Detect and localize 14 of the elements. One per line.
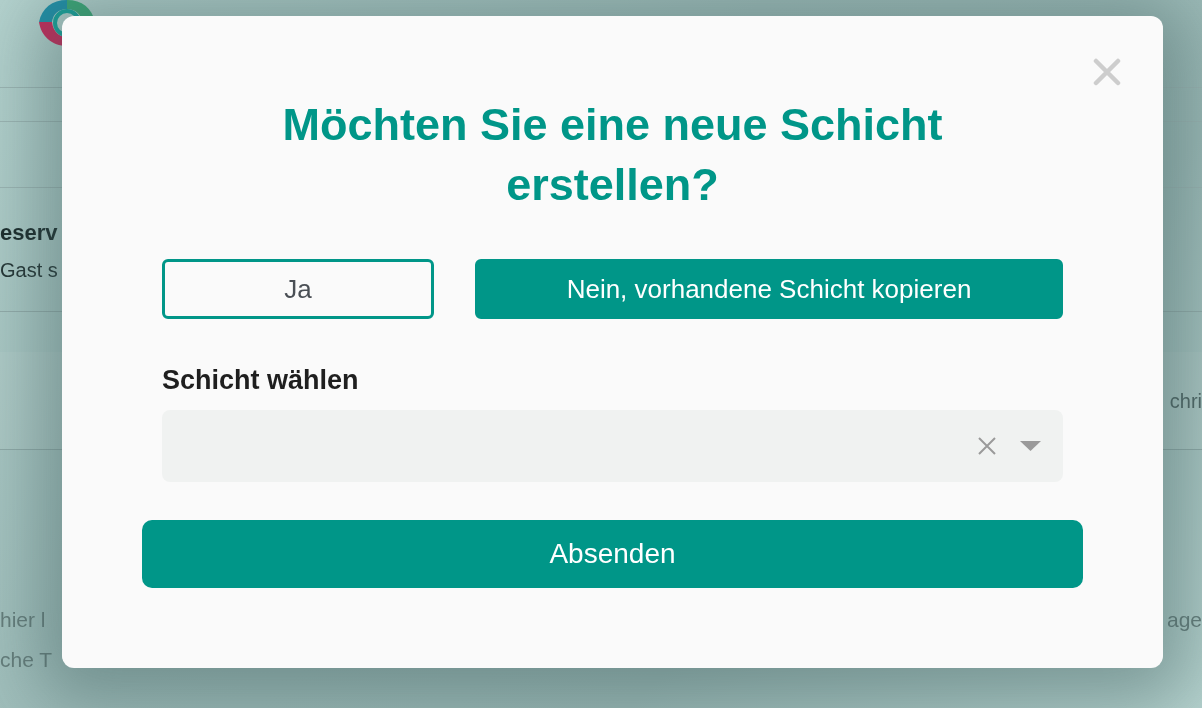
card-subtitle: Gast s — [0, 258, 58, 283]
choice-button[interactable]: Ja — [162, 259, 434, 319]
submit-button[interactable]: Absenden — [142, 520, 1083, 588]
caret-icon[interactable] — [1020, 441, 1041, 451]
card-title: eserv — [0, 219, 58, 247]
close-icon — [1093, 58, 1121, 86]
close-button[interactable] — [1093, 58, 1121, 86]
clear-icon[interactable] — [978, 437, 996, 455]
choice-button[interactable]: Nein, vorhandene Schicht kopieren — [475, 259, 1063, 319]
row-text: chri — [1169, 388, 1202, 414]
select-field[interactable] — [162, 410, 1063, 482]
dialog-title: Möchten Sie eine neue Schicht erstellen? — [281, 98, 944, 212]
field-label: Schicht wählen — [162, 365, 359, 395]
description-text: age — [1166, 607, 1202, 633]
